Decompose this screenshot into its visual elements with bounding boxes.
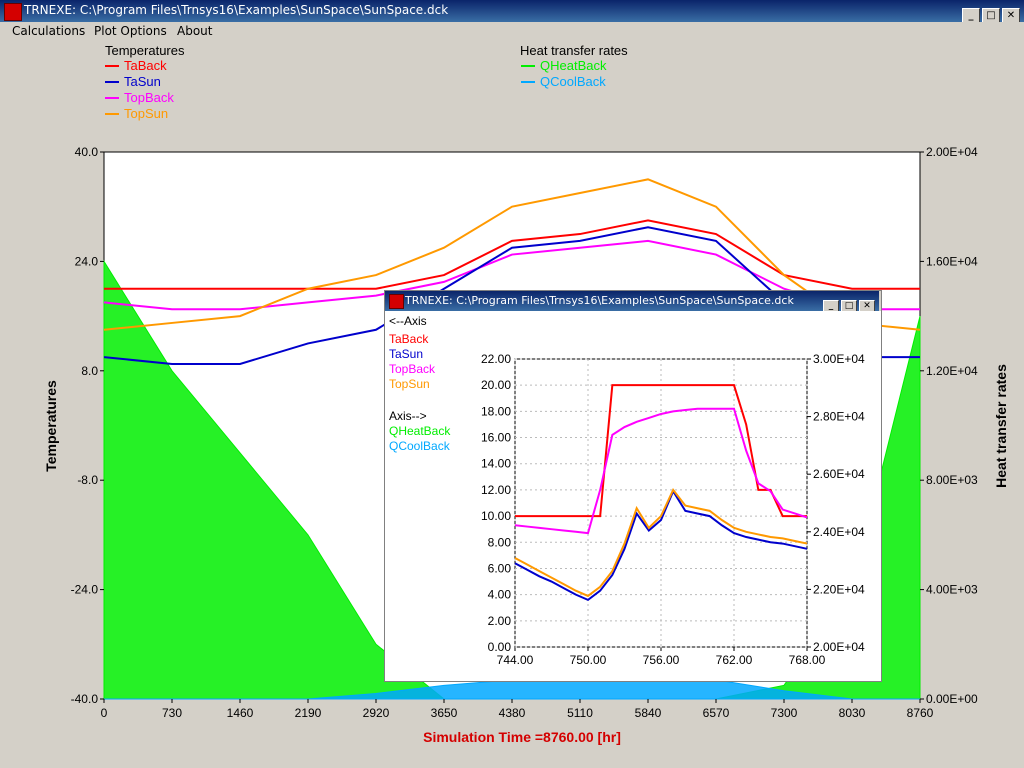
popup-legend-topsun: TopSun <box>389 377 430 391</box>
trnsys-app-icon <box>4 3 22 21</box>
popup-plot-area <box>514 358 808 648</box>
x-tick-label: 2190 <box>295 706 322 720</box>
popup-legend-left-axis-header: <--Axis <box>389 314 427 328</box>
popup-x-tick-label: 762.00 <box>716 653 753 667</box>
x-tick-label: 5110 <box>567 706 593 720</box>
popup-legend-taback: TaBack <box>389 332 429 346</box>
x-tick-label: 2920 <box>363 706 390 720</box>
popup-body: <--Axis TaBack TaSun TopBack TopSun QHeatBac… <box>385 311 881 681</box>
y-left-tick-label: -8.0 <box>77 473 98 487</box>
popup-y-left-tick-label: 18.00 <box>481 404 511 418</box>
popup-y-right-tick-label: 2.40E+04 <box>813 525 865 539</box>
y-right-tick-label: 0.00E+00 <box>926 692 978 706</box>
popup-y-right-tick-label: 2.60E+04 <box>813 467 865 481</box>
popup-y-left-tick-label: 8.00 <box>488 535 512 549</box>
x-tick-label: 8030 <box>839 706 866 720</box>
popup-y-left-tick-label: 4.00 <box>488 588 512 602</box>
popup-y-left-tick-label: 16.00 <box>481 431 511 445</box>
main-y-right-axis-label: Heat transfer rates <box>993 364 1009 488</box>
popup-x-tick-label: 744.00 <box>497 653 534 667</box>
right-legend-title: Heat transfer rates <box>520 43 628 58</box>
popup-y-right-tick-label: 2.20E+04 <box>813 582 865 596</box>
popup-x-tick-label: 756.00 <box>643 653 680 667</box>
left-legend-title: Temperatures <box>105 43 185 58</box>
popup-y-left-tick-label: 14.00 <box>481 457 511 471</box>
x-tick-label: 6570 <box>703 706 730 720</box>
x-tick-label: 0 <box>101 706 108 720</box>
popup-y-right-tick-label: 3.00E+04 <box>813 352 865 366</box>
legend-label-tasun: TaSun <box>124 74 161 89</box>
popup-y-left-tick-label: 0.00 <box>488 640 512 654</box>
menu-about[interactable]: About <box>177 24 212 38</box>
popup-legend-right-axis-header: Axis--> <box>389 409 427 423</box>
window-titlebar[interactable]: TRNEXE: C:\Program Files\Trnsys16\Exampl… <box>0 0 1024 24</box>
y-right-tick-label: 8.00E+03 <box>926 473 978 487</box>
popup-y-right-tick-label: 2.80E+04 <box>813 410 865 424</box>
main-x-axis-label: Simulation Time =8760.00 [hr] <box>423 729 621 745</box>
legend-label-taback: TaBack <box>124 58 167 73</box>
popup-y-left-tick-label: 12.00 <box>481 483 511 497</box>
popup-legend-tasun: TaSun <box>389 347 423 361</box>
x-tick-label: 3650 <box>431 706 458 720</box>
legend-label-topback: TopBack <box>124 90 174 105</box>
popup-x-tick-label: 768.00 <box>789 653 826 667</box>
popup-y-left-tick-label: 10.00 <box>481 509 511 523</box>
popup-x-tick-label: 750.00 <box>570 653 607 667</box>
x-tick-label: 1460 <box>227 706 254 720</box>
y-right-tick-label: 1.60E+04 <box>926 254 978 268</box>
menu-plot-options[interactable]: Plot Options <box>94 24 167 38</box>
popup-y-right-tick-label: 2.00E+04 <box>813 640 865 654</box>
popup-y-left-tick-label: 6.00 <box>488 561 512 575</box>
main-y-left-axis-label: Temperatures <box>43 380 59 472</box>
y-left-tick-label: -24.0 <box>71 583 99 597</box>
popup-titlebar[interactable]: TRNEXE: C:\Program Files\Trnsys16\Exampl… <box>385 291 879 314</box>
y-left-tick-label: 24.0 <box>75 254 99 268</box>
legend-label-topsun: TopSun <box>124 106 168 121</box>
y-left-tick-label: 40.0 <box>75 145 99 159</box>
window-title: TRNEXE: C:\Program Files\Trnsys16\Exampl… <box>24 3 449 17</box>
popup-legend-topback: TopBack <box>389 362 436 376</box>
x-tick-label: 7300 <box>771 706 798 720</box>
y-left-tick-label: 8.0 <box>81 364 98 378</box>
x-tick-label: 5840 <box>635 706 662 720</box>
trnsys-app-icon-small <box>389 294 404 309</box>
y-right-tick-label: 2.00E+04 <box>926 145 978 159</box>
y-right-tick-label: 4.00E+03 <box>926 583 978 597</box>
popup-y-left-tick-label: 20.00 <box>481 378 511 392</box>
popup-legend-qheatback: QHeatBack <box>389 424 451 438</box>
x-tick-label: 4380 <box>499 706 526 720</box>
legend-label-qheatback: QHeatBack <box>540 58 607 73</box>
x-tick-label: 8760 <box>907 706 934 720</box>
popup-y-left-tick-label: 22.00 <box>481 352 511 366</box>
x-tick-label: 730 <box>162 706 182 720</box>
popup-y-left-tick-label: 2.00 <box>488 614 512 628</box>
zoom-popup-window[interactable]: TRNEXE: C:\Program Files\Trnsys16\Exampl… <box>384 290 882 682</box>
popup-legend-qcoolback: QCoolBack <box>389 439 451 453</box>
menu-calculations[interactable]: Calculations <box>12 24 85 38</box>
popup-window-title: TRNEXE: C:\Program Files\Trnsys16\Exampl… <box>405 294 794 307</box>
legend-label-qcoolback: QCoolBack <box>540 74 606 89</box>
y-left-tick-label: -40.0 <box>71 692 99 706</box>
y-right-tick-label: 1.20E+04 <box>926 364 978 378</box>
menu-bar: Calculations Plot Options About <box>0 22 1024 40</box>
popup-chart: <--Axis TaBackTaSunTopBackTopSun QHeatBac… <box>389 314 865 667</box>
